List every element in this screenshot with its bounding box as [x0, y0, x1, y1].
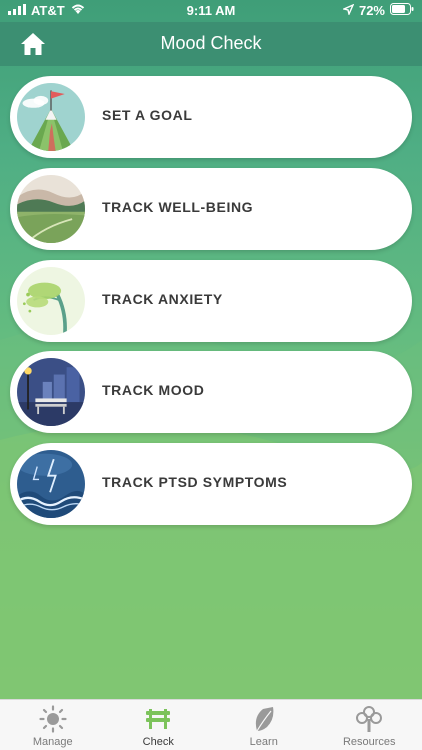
track-mood-label: TRACK MOOD: [102, 382, 205, 398]
track-anxiety-card[interactable]: TRACK ANXIETY: [10, 260, 412, 342]
track-anxiety-label: TRACK ANXIETY: [102, 291, 223, 307]
leaf-icon: [255, 707, 274, 732]
page-title: Mood Check: [160, 33, 262, 53]
set-goal-label: SET A GOAL: [102, 107, 193, 123]
battery-percent: 72%: [358, 3, 385, 18]
tab-resources[interactable]: Resources: [317, 700, 422, 750]
track-well-being-card[interactable]: TRACK WELL-BEING: [10, 168, 412, 250]
tree-icon: [356, 706, 383, 732]
navigation-bar: Mood Check: [0, 22, 422, 66]
park-bench-icon: [14, 355, 88, 429]
windy-tree-icon: [14, 264, 88, 338]
tab-manage-label: Manage: [32, 736, 73, 748]
tab-resources-label: Resources: [342, 736, 396, 748]
track-ptsd-card[interactable]: TRACK PTSD SYMPTOMS: [10, 443, 412, 525]
tab-learn-label: Learn: [249, 736, 278, 748]
tab-check[interactable]: Check: [106, 700, 212, 750]
track-well-being-label: TRACK WELL-BEING: [102, 199, 254, 215]
app-screen: AT&T 9:11 AM 72% Mood Check SET A GOAL T…: [0, 0, 422, 750]
mountain-flag-icon: [14, 80, 88, 154]
track-mood-card[interactable]: TRACK MOOD: [10, 351, 412, 433]
status-bar: AT&T 9:11 AM 72%: [0, 0, 422, 22]
landscape-icon: [14, 172, 88, 246]
battery-icon: [390, 3, 414, 18]
tab-check-label: Check: [142, 736, 174, 748]
tab-learn[interactable]: Learn: [211, 700, 317, 750]
location-icon: [341, 3, 355, 18]
storm-wave-icon: [14, 447, 88, 521]
tab-manage[interactable]: Manage: [0, 700, 106, 750]
bench-icon: [146, 709, 171, 729]
track-ptsd-label: TRACK PTSD SYMPTOMS: [102, 474, 288, 490]
set-goal-card[interactable]: SET A GOAL: [10, 76, 412, 158]
tab-bar: Manage Check Learn Resources: [0, 699, 422, 750]
sun-icon: [39, 705, 67, 733]
